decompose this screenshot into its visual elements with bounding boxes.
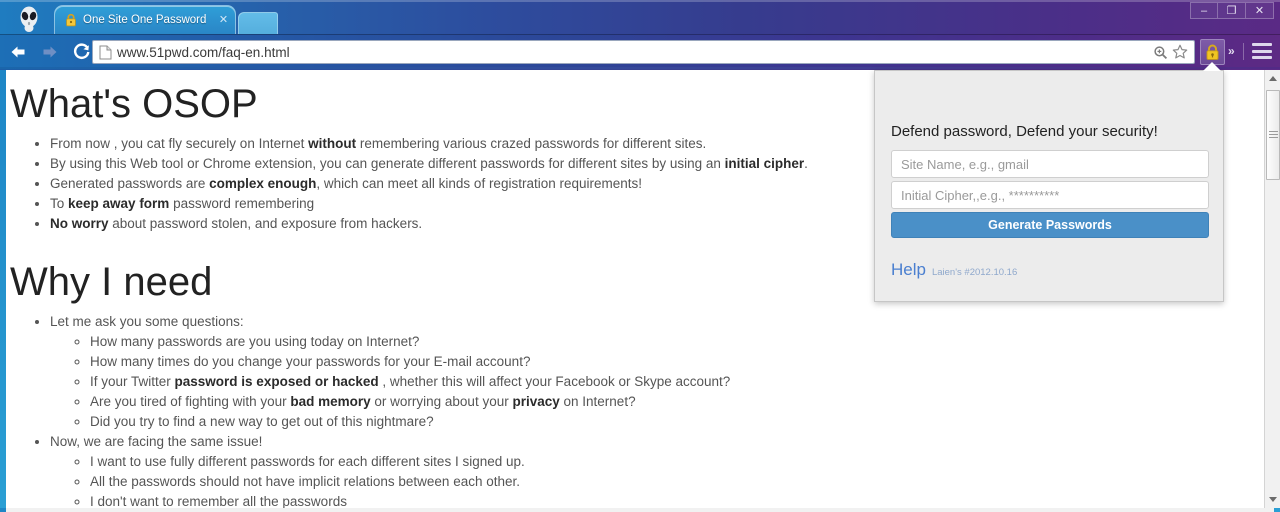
help-link[interactable]: Help [891,260,926,280]
tab-strip: One Site One Password ✕ – ❐ ✕ [0,0,1280,34]
popup-heading: Defend password, Defend your security! [891,123,1158,140]
scroll-up-arrow[interactable] [1265,70,1280,87]
emphasis: without [308,136,357,151]
emphasis: password is exposed or hacked [174,374,379,389]
why-bullet-list: Let me ask you some questions:How many p… [50,312,1258,508]
emphasis: initial cipher [724,156,805,171]
toolbar-divider [1243,43,1244,60]
horizontal-scrollbar-track[interactable] [6,508,1274,512]
lock-icon [64,13,78,27]
emphasis: keep away form [68,196,170,211]
tab-one-site-one-password[interactable]: One Site One Password ✕ [54,5,236,34]
site-name-input[interactable] [891,150,1209,178]
list-item: How many passwords are you using today o… [90,332,1258,352]
version-label: Laien's #2012.10.16 [931,267,1018,278]
list-item: How many times do you change your passwo… [90,352,1258,372]
list-item: Let me ask you some questions:How many p… [50,312,1258,432]
browser-window: One Site One Password ✕ – ❐ ✕ www.51pwd.… [0,0,1280,512]
page-document-icon [99,45,112,60]
close-button[interactable]: ✕ [1246,2,1274,19]
list-item: I want to use fully different passwords … [90,452,1258,472]
scroll-down-arrow[interactable] [1265,491,1280,508]
maximize-button[interactable]: ❐ [1218,2,1246,19]
window-controls: – ❐ ✕ [1190,2,1274,19]
back-arrow-icon[interactable] [4,38,32,66]
forward-arrow-icon [36,38,64,66]
vertical-scrollbar[interactable] [1264,70,1280,508]
list-item: All the passwords should not have implic… [90,472,1258,492]
emphasis: privacy [512,394,560,409]
scrollbar-grip [1269,131,1278,140]
alien-avatar-icon[interactable] [14,4,44,34]
list-item: Now, we are facing the same issue!I want… [50,432,1258,508]
menu-line-3 [1252,56,1272,59]
tab-close-icon[interactable]: ✕ [218,14,229,26]
extensions-overflow-button[interactable]: » [1228,44,1235,58]
menu-line-2 [1252,49,1272,53]
new-tab-button[interactable] [238,12,278,34]
sub-list: How many passwords are you using today o… [90,332,1258,432]
star-icon[interactable] [1170,42,1190,62]
list-item: Are you tired of fighting with your bad … [90,392,1258,412]
magnifier-icon[interactable] [1150,42,1170,62]
url-text: www.51pwd.com/faq-en.html [117,44,290,60]
browser-toolbar: www.51pwd.com/faq-en.html » [0,34,1280,69]
omnibox[interactable]: www.51pwd.com/faq-en.html [92,40,1195,64]
extension-popup-panel: Defend password, Defend your security! G… [874,70,1224,302]
emphasis: No worry [50,216,109,231]
sub-list: I want to use fully different passwords … [90,452,1258,508]
tab-title: One Site One Password [83,14,207,26]
initial-cipher-input[interactable] [891,181,1209,209]
popup-pointer-arrow [1203,62,1221,71]
hamburger-menu-icon[interactable] [1252,42,1272,60]
scrollbar-thumb[interactable] [1266,90,1280,180]
emphasis: complex enough [209,176,317,191]
list-item: I don't want to remember all the passwor… [90,492,1258,508]
minimize-button[interactable]: – [1190,2,1218,19]
popup-footer: Help Laien's #2012.10.16 [891,260,1207,280]
menu-line-1 [1252,43,1272,46]
emphasis: bad memory [290,394,371,409]
generate-passwords-button[interactable]: Generate Passwords [891,212,1209,238]
list-item: If your Twitter password is exposed or h… [90,372,1258,392]
list-item: Did you try to find a new way to get out… [90,412,1258,432]
